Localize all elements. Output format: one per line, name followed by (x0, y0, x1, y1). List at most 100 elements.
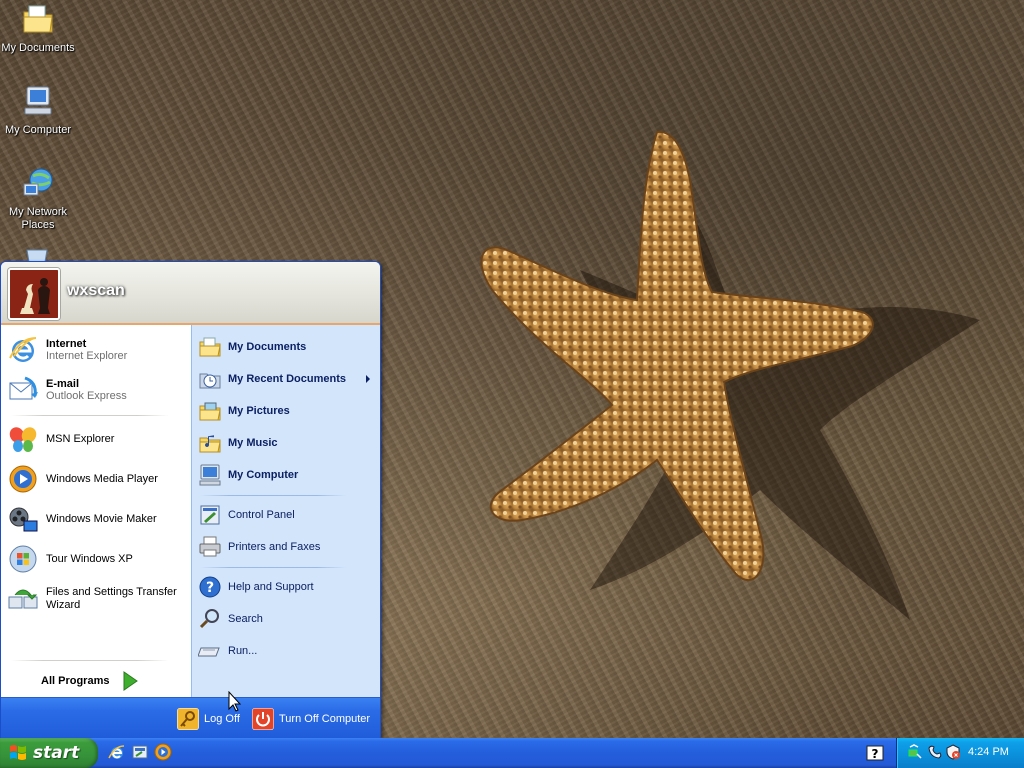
help-icon: ? (199, 576, 221, 598)
place-my-computer[interactable]: My Computer (198, 462, 376, 488)
item-title: E-mail (46, 378, 80, 390)
movie-maker-icon (9, 507, 38, 532)
separator (200, 495, 346, 496)
outlook-express-icon (9, 376, 38, 400)
tool-search[interactable]: Search (198, 606, 376, 632)
run-icon (198, 647, 220, 657)
my-computer-icon (24, 86, 52, 115)
username: wxscan (67, 282, 125, 299)
printer-icon (199, 536, 221, 557)
tool-run[interactable]: Run... (198, 638, 376, 664)
internet-explorer-icon (9, 337, 37, 362)
recent-item-msn-explorer[interactable]: MSN Explorer (7, 420, 185, 458)
recent-item-transfer-wizard[interactable]: Files and Settings Transfer Wizard (7, 580, 185, 618)
turn-off-computer-button[interactable]: Turn Off Computer (252, 706, 370, 732)
item-label: My Documents (228, 341, 307, 353)
msn-butterfly-icon (9, 427, 37, 452)
log-off-label: Log Off (204, 713, 240, 725)
tray-phone-connection-icon[interactable] (927, 744, 943, 760)
folder-icon (199, 337, 221, 357)
setting-printers-faxes[interactable]: Printers and Faxes (198, 534, 376, 560)
tour-xp-icon (9, 545, 37, 573)
recent-documents-icon (199, 373, 221, 389)
desktop-icon-my-computer[interactable]: My Computer (0, 84, 76, 137)
start-menu-left-pane: Internet Internet Explorer E-mail Outloo… (1, 325, 191, 697)
item-label: Windows Media Player (46, 472, 158, 485)
all-programs-button[interactable]: All Programs (41, 669, 151, 693)
computer-icon (199, 464, 221, 486)
item-label: Help and Support (228, 581, 314, 593)
start-label: start (33, 743, 80, 763)
pinned-item-email[interactable]: E-mail Outlook Express (7, 371, 185, 409)
item-label: MSN Explorer (46, 432, 115, 445)
recycle-bin-icon (26, 249, 48, 262)
pictures-folder-icon (199, 402, 221, 421)
desktop-icon-label: My Documents (1, 42, 75, 54)
chess-pieces-icon (10, 270, 58, 318)
tray-help-icon[interactable]: ? (866, 745, 884, 761)
taskbar: start ? 4:24 PM (0, 738, 1024, 768)
my-documents-folder-icon (23, 5, 53, 33)
desktop-icon-label: My Computer (4, 124, 72, 136)
item-label: My Recent Documents (228, 373, 346, 385)
tray-network-icon[interactable] (907, 744, 923, 760)
recent-item-tour-xp[interactable]: Tour Windows XP (7, 540, 185, 578)
start-menu-footer: Log Off Turn Off Computer (1, 697, 380, 738)
turn-off-label: Turn Off Computer (279, 713, 371, 725)
item-label: Control Panel (228, 509, 295, 521)
item-subtitle: Internet Explorer (46, 350, 128, 362)
setting-control-panel[interactable]: Control Panel (198, 502, 376, 528)
start-button[interactable]: start (0, 738, 98, 768)
windows-logo-icon (10, 745, 26, 760)
item-label: My Music (228, 437, 278, 449)
key-icon (177, 708, 199, 730)
media-player-icon (9, 465, 37, 493)
item-subtitle: Outlook Express (46, 390, 127, 402)
svg-text:?: ? (872, 747, 879, 761)
starfish-image (480, 130, 874, 582)
separator (200, 567, 346, 568)
green-arrow-icon (123, 671, 139, 691)
control-panel-icon (200, 505, 220, 525)
desktop-icon-my-documents[interactable]: My Documents (0, 2, 76, 55)
network-places-icon (23, 168, 53, 196)
item-label: My Computer (228, 469, 299, 481)
place-my-music[interactable]: My Music (198, 430, 376, 456)
start-menu-right-pane: My Documents My Recent Documents My Pict… (191, 325, 380, 697)
item-label: Tour Windows XP (46, 552, 133, 565)
quick-launch-internet-explorer-icon[interactable] (108, 743, 126, 761)
item-label: Windows Movie Maker (46, 512, 157, 525)
tray-security-alert-icon[interactable] (945, 744, 961, 760)
item-label: Files and Settings Transfer Wizard (46, 586, 177, 611)
start-menu: wxscan Internet Internet Explorer E-mail… (0, 261, 381, 739)
submenu-arrow-icon (366, 375, 370, 383)
item-label: Search (228, 613, 263, 625)
place-my-recent-documents[interactable]: My Recent Documents (198, 366, 376, 392)
item-title: Internet (46, 338, 87, 350)
tool-help-support[interactable]: ? Help and Support (198, 574, 376, 600)
place-my-pictures[interactable]: My Pictures (198, 398, 376, 424)
item-label: My Pictures (228, 405, 290, 417)
search-icon (199, 609, 219, 629)
place-my-documents[interactable]: My Documents (198, 334, 376, 360)
recent-item-movie-maker[interactable]: Windows Movie Maker (7, 500, 185, 538)
quick-launch-media-player-icon[interactable] (154, 743, 172, 761)
mouse-cursor-icon (228, 691, 242, 712)
pinned-item-internet[interactable]: Internet Internet Explorer (7, 331, 185, 369)
desktop-icon-network-places[interactable]: My Network Places (0, 166, 76, 232)
transfer-wizard-icon (8, 589, 38, 609)
recent-item-media-player[interactable]: Windows Media Player (7, 460, 185, 498)
svg-text:?: ? (206, 580, 214, 596)
music-folder-icon (199, 435, 221, 453)
separator (11, 660, 169, 661)
start-menu-header: wxscan (1, 262, 380, 325)
clock[interactable]: 4:24 PM (968, 746, 1009, 758)
item-label: Printers and Faxes (228, 541, 321, 553)
quick-launch-show-desktop-icon[interactable] (131, 743, 149, 761)
power-icon (252, 708, 274, 730)
user-avatar[interactable] (8, 268, 60, 320)
separator (11, 415, 169, 416)
item-label: Run... (228, 645, 258, 657)
desktop-icon-label: My Network Places (8, 206, 68, 231)
all-programs-label: All Programs (41, 675, 110, 687)
